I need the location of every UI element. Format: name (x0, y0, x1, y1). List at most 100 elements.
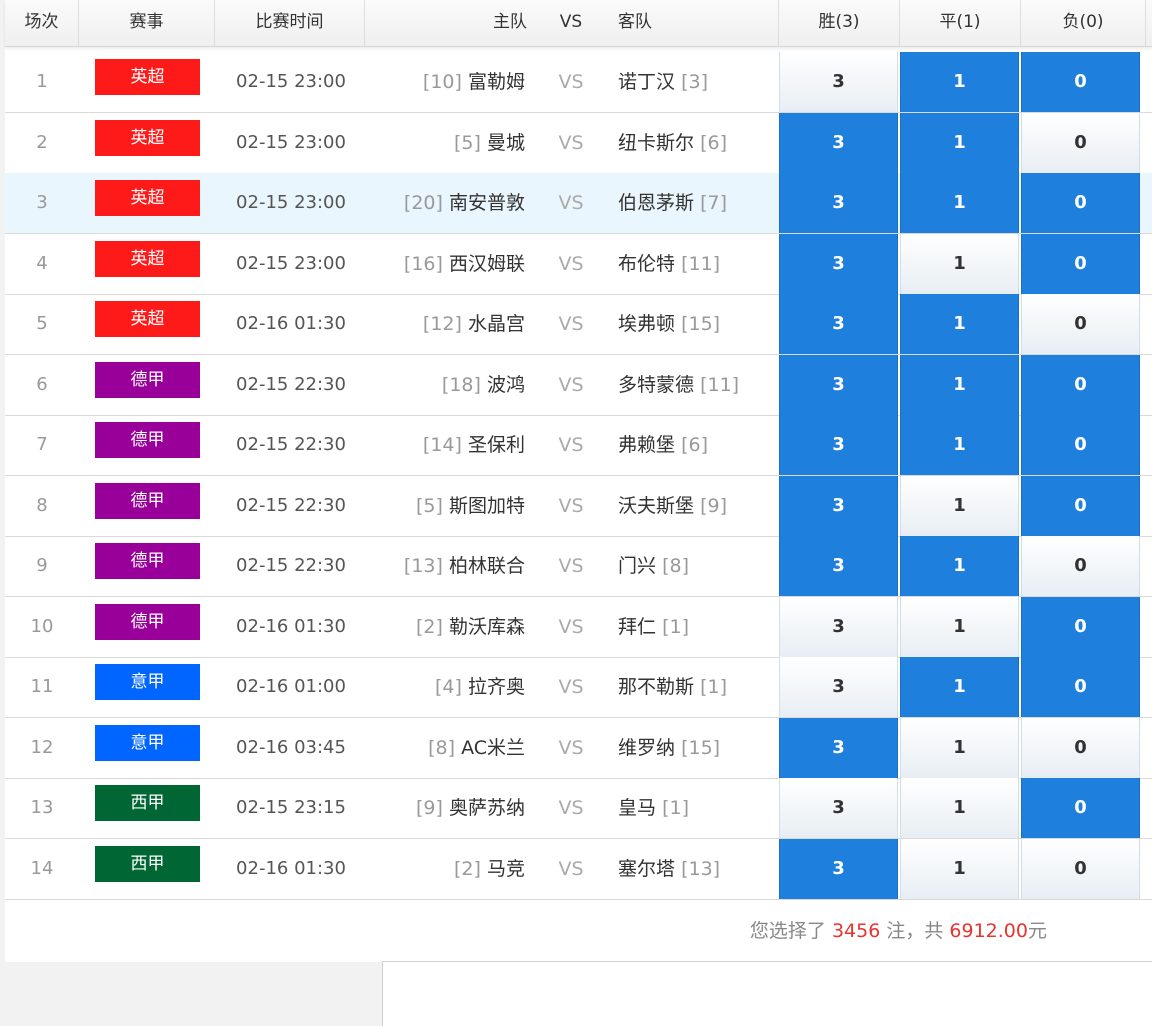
home-rank: [9] (416, 797, 443, 819)
home-rank: [8] (428, 737, 456, 759)
home-team: [12] 水晶宫 (365, 294, 525, 354)
draw-option[interactable]: 1 (900, 294, 1019, 354)
match-time: 02-15 22:30 (236, 434, 346, 455)
away-team-name: 皇马 (618, 797, 657, 819)
league-badge: 英超 (95, 120, 200, 156)
win-option[interactable]: 3 (779, 839, 898, 899)
match-time: 02-15 23:15 (236, 797, 346, 818)
lose-option[interactable]: 0 (1021, 657, 1140, 717)
lose-option[interactable]: 0 (1021, 597, 1140, 657)
home-rank: [5] (454, 132, 481, 154)
table-row: 10 德甲 02-16 01:30 [2] 勒沃库森 VS 拜仁 [1] 3 1 0 (5, 597, 1152, 658)
lose-option[interactable]: 0 (1021, 173, 1140, 233)
win-option[interactable]: 3 (779, 778, 898, 838)
vs-label: VS (558, 313, 584, 335)
draw-option[interactable]: 1 (900, 173, 1019, 233)
draw-option[interactable]: 1 (900, 839, 1019, 899)
table-row: 3 英超 02-15 23:00 [20] 南安普敦 VS 伯恩茅斯 [7] 3 1 0 (5, 173, 1152, 234)
draw-option[interactable]: 1 (900, 778, 1019, 838)
away-team-name: 门兴 (618, 555, 657, 577)
header-match-time: 比赛时间 (215, 0, 365, 46)
away-team: 诺丁汉 [3] (618, 52, 778, 112)
draw-option[interactable]: 1 (900, 657, 1019, 717)
draw-option[interactable]: 1 (900, 234, 1019, 294)
lose-option[interactable]: 0 (1021, 415, 1140, 475)
win-option[interactable]: 3 (779, 536, 898, 596)
league-badge: 德甲 (95, 483, 200, 519)
away-team-name: 布伦特 (618, 253, 676, 275)
lose-option[interactable]: 0 (1021, 294, 1140, 354)
lose-option[interactable]: 0 (1021, 113, 1140, 173)
win-option[interactable]: 3 (779, 113, 898, 173)
draw-option[interactable]: 1 (900, 415, 1019, 475)
vs-label: VS (558, 132, 584, 154)
away-team: 沃夫斯堡 [9] (618, 476, 778, 536)
home-team-name: 奥萨苏纳 (448, 797, 525, 819)
win-option[interactable]: 3 (779, 173, 898, 233)
match-time: 02-16 03:45 (236, 737, 346, 758)
league-badge: 英超 (95, 241, 200, 277)
summary-prefix: 您选择了 (749, 920, 826, 942)
home-rank: [2] (416, 616, 443, 638)
lose-option[interactable]: 0 (1021, 476, 1140, 536)
away-rank: [15] (681, 737, 721, 759)
win-option[interactable]: 3 (779, 597, 898, 657)
home-rank: [5] (416, 495, 443, 517)
away-team-name: 多特蒙德 (618, 374, 695, 396)
win-option[interactable]: 3 (779, 294, 898, 354)
header-draw: 平(1) (900, 0, 1021, 46)
draw-option[interactable]: 1 (900, 355, 1019, 415)
table-row: 8 德甲 02-15 22:30 [5] 斯图加特 VS 沃夫斯堡 [9] 3 1 0 (5, 476, 1152, 537)
home-rank: [16] (403, 253, 443, 275)
lose-option[interactable]: 0 (1021, 718, 1140, 778)
away-rank: [11] (681, 253, 721, 275)
win-option[interactable]: 3 (779, 52, 898, 112)
match-time: 02-15 23:00 (236, 132, 346, 153)
win-option[interactable]: 3 (779, 657, 898, 717)
away-rank: [7] (700, 192, 727, 214)
home-team-name: 富勒姆 (467, 71, 525, 93)
match-number: 2 (36, 132, 48, 153)
draw-option[interactable]: 1 (900, 718, 1019, 778)
lose-option[interactable]: 0 (1021, 355, 1140, 415)
away-rank: [1] (662, 616, 689, 638)
win-option[interactable]: 3 (779, 718, 898, 778)
match-time: 02-15 23:00 (236, 192, 346, 213)
draw-option[interactable]: 1 (900, 52, 1019, 112)
win-option[interactable]: 3 (779, 476, 898, 536)
home-team: [9] 奥萨苏纳 (365, 778, 525, 838)
home-team: [20] 南安普敦 (365, 173, 525, 233)
league-badge: 意甲 (95, 664, 200, 700)
lose-option[interactable]: 0 (1021, 52, 1140, 112)
home-team: [2] 马竞 (365, 839, 525, 899)
lose-option[interactable]: 0 (1021, 234, 1140, 294)
away-team: 维罗纳 [15] (618, 718, 778, 778)
home-team: [2] 勒沃库森 (365, 597, 525, 657)
win-option[interactable]: 3 (779, 355, 898, 415)
away-rank: [13] (681, 858, 721, 880)
win-option[interactable]: 3 (779, 415, 898, 475)
lose-option[interactable]: 0 (1021, 778, 1140, 838)
away-team-name: 拜仁 (618, 616, 657, 638)
draw-option[interactable]: 1 (900, 113, 1019, 173)
home-team: [10] 富勒姆 (365, 52, 525, 112)
away-team: 布伦特 [11] (618, 234, 778, 294)
home-team-name: 西汉姆联 (448, 253, 525, 275)
home-team: [4] 拉齐奥 (365, 657, 525, 717)
league-badge: 英超 (95, 59, 200, 95)
draw-option[interactable]: 1 (900, 476, 1019, 536)
home-team-name: 拉齐奥 (467, 676, 525, 698)
match-number: 10 (30, 616, 54, 637)
away-rank: [1] (662, 797, 689, 819)
away-team-name: 那不勒斯 (618, 676, 695, 698)
lose-option[interactable]: 0 (1021, 839, 1140, 899)
match-number: 13 (30, 797, 54, 818)
lose-option[interactable]: 0 (1021, 536, 1140, 596)
away-team-name: 纽卡斯尔 (618, 132, 695, 154)
draw-option[interactable]: 1 (900, 536, 1019, 596)
lottery-sheet: 场次 赛事 比赛时间 主队 VS 客队 胜(3) 平(1) 负(0) 1 英超 02… (5, 0, 1152, 962)
away-team: 弗赖堡 [6] (618, 415, 778, 475)
draw-option[interactable]: 1 (900, 597, 1019, 657)
win-option[interactable]: 3 (779, 234, 898, 294)
vs-label: VS (558, 676, 584, 698)
